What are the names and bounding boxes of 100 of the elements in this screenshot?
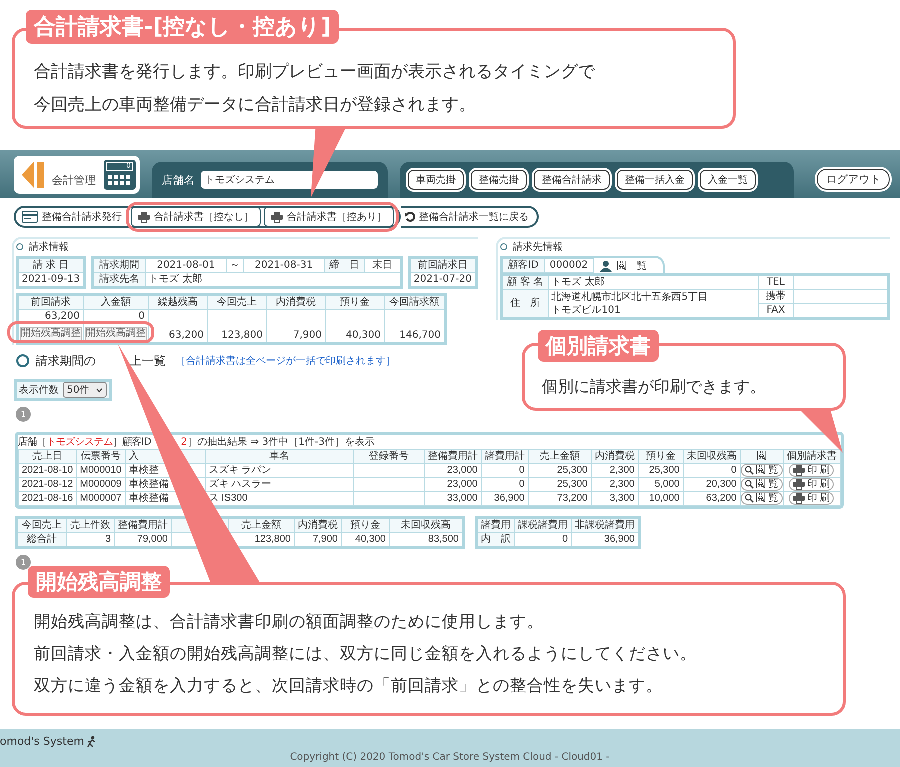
- print-button[interactable]: 合計請求書［控あり］: [264, 207, 394, 227]
- back-button[interactable]: 整備合計請求一覧に戻る: [401, 206, 539, 228]
- adjust-field[interactable]: 開始残高調整: [85, 327, 147, 341]
- view-button[interactable]: 閲 覧: [741, 492, 782, 505]
- printer-icon: [793, 479, 806, 490]
- store-field[interactable]: トモズシステム: [201, 171, 378, 189]
- callout-text: 前回請求・入金額の開始残高調整には、双方に同じ金額を入れるようにしてください。: [34, 643, 697, 665]
- table-cell: 63,200: [169, 330, 204, 341]
- column-header: FAX: [758, 304, 794, 318]
- column-header: 整備費用計: [424, 450, 482, 464]
- table-cell: トモズ 太郎: [548, 274, 758, 290]
- table-cell: M000007: [80, 493, 122, 504]
- table-cell: 146,700: [400, 330, 441, 341]
- table-cell: 123,800: [222, 330, 263, 341]
- nav-button[interactable]: 整備一括入金: [617, 170, 693, 190]
- callout-title: 合計請求書-[控なし・控あり]: [26, 10, 340, 44]
- table-cell: 2021-08-12: [22, 479, 74, 490]
- table-cell: 20,300: [706, 479, 737, 490]
- circle-icon: [16, 243, 24, 251]
- column-header: 内消費税: [266, 294, 326, 310]
- table-cell: ズキ ハスラー: [208, 479, 272, 490]
- column-header: 内消費税: [294, 518, 342, 533]
- table-cell: 車検整備: [128, 479, 169, 490]
- search-icon: [744, 466, 754, 475]
- column-header: 繰越残高: [148, 294, 208, 310]
- module-title: 会計管理: [52, 172, 96, 188]
- footer-brand: omod's System: [0, 735, 84, 748]
- nav-button[interactable]: 入金一覧: [700, 170, 756, 190]
- print-button[interactable]: 合計請求書［控なし］: [131, 207, 261, 227]
- adjust-field[interactable]: 開始残高調整: [20, 327, 82, 341]
- table-cell: 2021-08-10: [22, 465, 74, 476]
- column-header: 住 所: [502, 290, 548, 318]
- column-header: 閲: [740, 450, 784, 464]
- table-cell: 2021-08-16: [22, 493, 74, 504]
- table-cell: 2021-08-01: [146, 258, 227, 272]
- table-cell-text: 0: [138, 310, 146, 323]
- view-button[interactable]: 閲 覧: [594, 256, 665, 273]
- column-header: 個別請求書: [783, 450, 840, 464]
- table-cell: 79,000: [137, 534, 168, 546]
- table-cell: 73,200: [557, 493, 588, 504]
- copyright-text: Copyright (C) 2020 Tomod's Car Store System Cloud - Cloud01 -: [289, 752, 611, 763]
- column-header: 請求先名: [92, 272, 146, 288]
- callout-text: 開始残高調整は、合計請求書印刷の額面調整のために使用します。: [34, 611, 545, 633]
- nav-button[interactable]: 整備売掛: [471, 170, 527, 190]
- table-cell: 2021-08-31: [244, 258, 324, 272]
- row-header: 諸費用: [476, 518, 514, 533]
- print-button[interactable]: 印 刷: [789, 492, 834, 505]
- column-header: 売上金額: [528, 450, 592, 464]
- nav-button[interactable]: 整備合計請求: [534, 170, 610, 190]
- callout-title: 個別請求書: [538, 330, 659, 362]
- panel-title: 請求情報: [29, 240, 69, 254]
- callout-text: 双方に違う金額を入力すると、次回請求時の「前回請求」との整合性を失います。: [34, 675, 664, 697]
- callout-text: 個別に請求書が印刷できます。: [542, 376, 766, 398]
- table-cell: 末日: [364, 258, 402, 272]
- table-cell: 23,000: [447, 465, 478, 476]
- circle-icon: [16, 354, 30, 368]
- table-cell: 40,300: [346, 330, 381, 341]
- column-header: 前回請求日: [409, 258, 476, 272]
- table-cell: ～: [226, 258, 244, 272]
- row-header: 内 訳: [476, 532, 514, 548]
- table-cell: 2,300: [610, 465, 635, 476]
- printer-icon: [271, 212, 283, 222]
- column-header: TEL: [758, 274, 794, 290]
- table-cell: 25,300: [557, 465, 588, 476]
- table-cell: 0: [562, 534, 568, 546]
- printer-icon: [793, 465, 806, 476]
- view-button[interactable]: 閲 覧: [741, 478, 782, 491]
- column-header: 未回収残高: [390, 518, 464, 533]
- table-cell: 3: [105, 534, 111, 546]
- column-header: 課税諸費用: [514, 518, 572, 533]
- table-cell: 0: [731, 465, 737, 476]
- page-size-select[interactable]: 50件: [63, 382, 107, 398]
- nav-button[interactable]: 車両売掛: [408, 170, 464, 190]
- callout-text: 今回売上の車両整備データに合計請求日が登録されます。: [34, 94, 477, 117]
- table-cell: スズキ ラパン: [208, 465, 272, 476]
- search-icon: [744, 494, 754, 504]
- row-header: 今回売上: [16, 518, 66, 533]
- table-cell: 123,800: [254, 534, 291, 546]
- return-icon: [405, 212, 415, 222]
- column-header: 預り金: [342, 518, 390, 533]
- person-icon: [600, 260, 612, 272]
- table-cell: 車検整: [128, 465, 159, 476]
- column-header: 請求期間: [92, 258, 146, 272]
- column-header: 顧 客 名: [502, 274, 548, 290]
- table-cell: 7,900: [293, 330, 322, 341]
- column-header: 携帯: [758, 290, 794, 304]
- address-text: 北海道札幌市北区北十五条西5丁目 トモズビル101: [552, 290, 710, 316]
- view-button[interactable]: 閲 覧: [741, 464, 782, 477]
- printer-icon: [138, 212, 150, 222]
- column-header: 顧客ID: [502, 258, 544, 272]
- print-button[interactable]: 印 刷: [789, 478, 834, 491]
- column-header: 売上金額: [228, 518, 294, 533]
- table-cell: 10,000: [649, 493, 680, 504]
- column-header: 内消費税: [591, 450, 638, 464]
- row-header: 総合計: [16, 532, 66, 548]
- logout-button[interactable]: ログアウト: [817, 169, 890, 190]
- panel-title: 請求先情報: [513, 240, 563, 254]
- calculator-icon[interactable]: [104, 160, 136, 190]
- print-button[interactable]: 印 刷: [789, 464, 834, 477]
- card-icon: [22, 211, 38, 223]
